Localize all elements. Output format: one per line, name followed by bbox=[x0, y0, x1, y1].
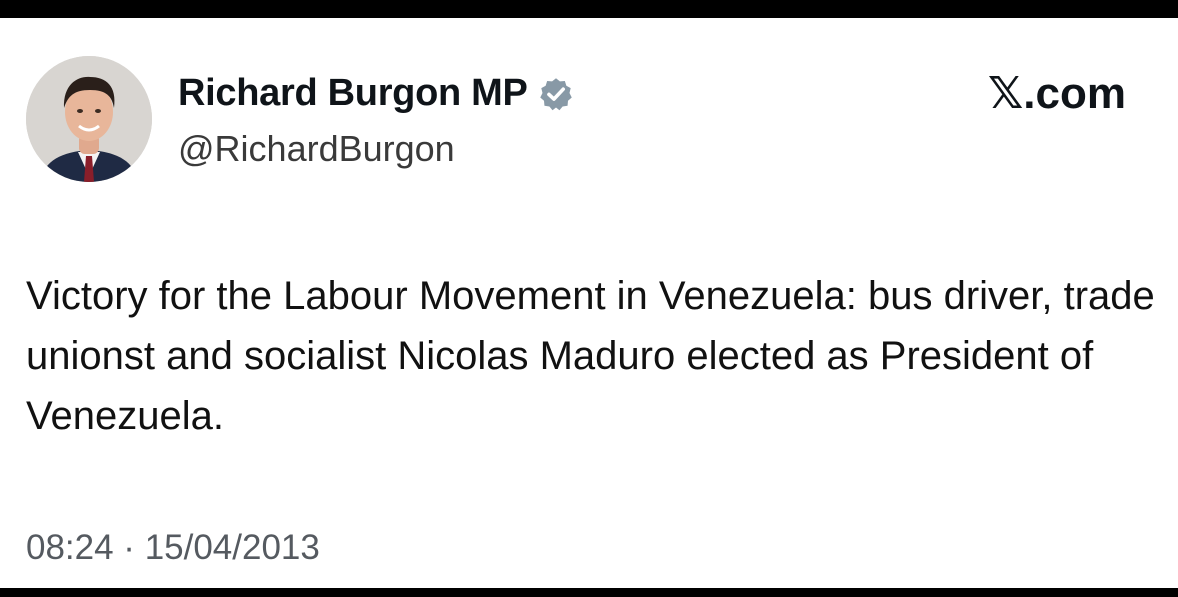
profile-photo bbox=[26, 56, 152, 182]
avatar[interactable] bbox=[26, 56, 152, 182]
tweet-timestamp[interactable]: 08:24 · 15/04/2013 bbox=[26, 528, 320, 568]
author-row: Richard Burgon MP bbox=[178, 72, 574, 115]
verified-badge-icon bbox=[538, 76, 574, 112]
author-handle[interactable]: @RichardBurgon bbox=[178, 128, 455, 170]
x-logo: 𝕏.com bbox=[987, 69, 1126, 118]
author-display-name[interactable]: Richard Burgon MP bbox=[178, 72, 528, 115]
tweet-text: Victory for the Labour Movement in Venez… bbox=[26, 274, 1155, 438]
tweet-card: Richard Burgon MP @RichardBurgon 𝕏.com V… bbox=[0, 18, 1178, 588]
